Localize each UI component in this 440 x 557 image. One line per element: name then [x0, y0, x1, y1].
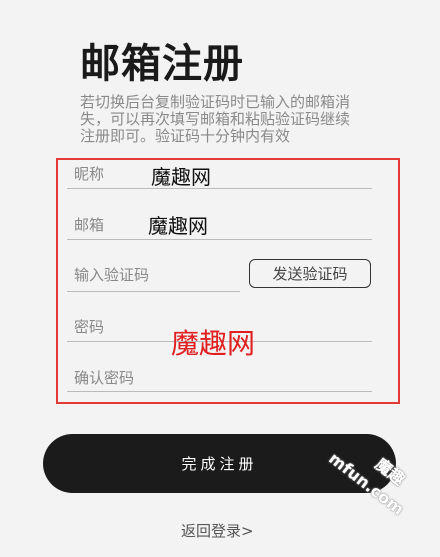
instruction-text: 若切换后台复制验证码时已输入的邮箱消失，可以再次填写邮箱和粘贴验证码继续注册即可… — [80, 93, 351, 145]
back-to-login-link[interactable]: 返回登录> — [181, 520, 254, 541]
annotation-box — [56, 158, 400, 404]
page-title: 邮箱注册 — [80, 41, 244, 87]
register-page: 邮箱注册 若切换后台复制验证码时已输入的邮箱消失，可以再次填写邮箱和粘贴验证码继… — [0, 0, 440, 550]
annotation-text: 魔趣网 — [171, 327, 256, 360]
